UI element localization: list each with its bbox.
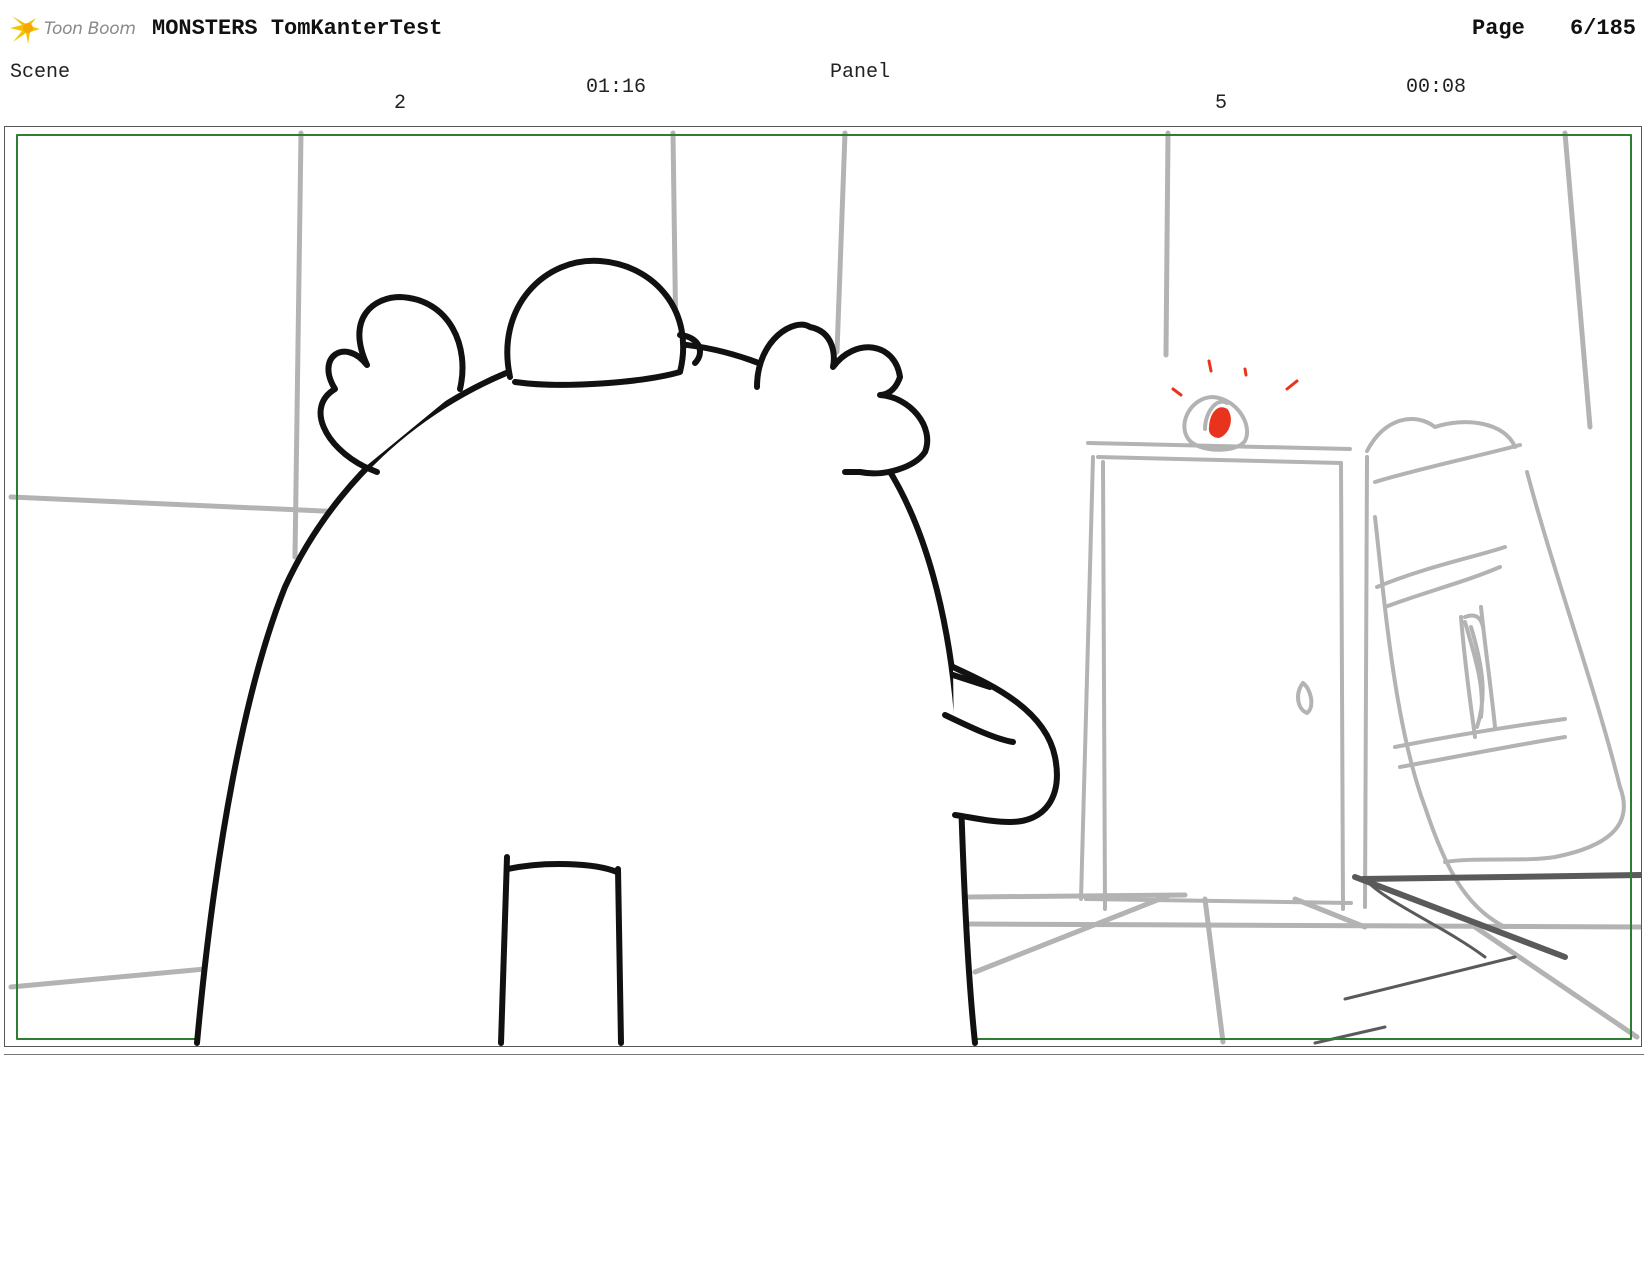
scene-number: 2 [394, 92, 407, 115]
fridge-sketch [1363, 417, 1626, 929]
panel-number: 5 [1215, 92, 1228, 115]
panel-duration: 00:08 [1406, 76, 1467, 99]
toon-boom-logo: Toon Boom [8, 12, 136, 46]
alarm-bulb [1208, 407, 1231, 438]
logo-text: Toon Boom [44, 19, 136, 39]
project-title: MONSTERS TomKanterTest [152, 16, 443, 41]
panel-bottom-rule [4, 1054, 1644, 1055]
monster-character [194, 257, 1060, 1046]
storyboard-panel[interactable] [4, 126, 1642, 1047]
panel-label: Panel [830, 61, 891, 84]
scene-duration: 01:16 [586, 76, 647, 99]
star-burst-icon [10, 16, 40, 44]
page-label: Page [1472, 16, 1525, 41]
page-number: 6/185 [1570, 16, 1637, 41]
scene-label: Scene [10, 61, 71, 84]
alarm-rays [1171, 359, 1299, 397]
cabinet-sketch [1079, 441, 1353, 911]
panel-sketch [8, 130, 1641, 1046]
